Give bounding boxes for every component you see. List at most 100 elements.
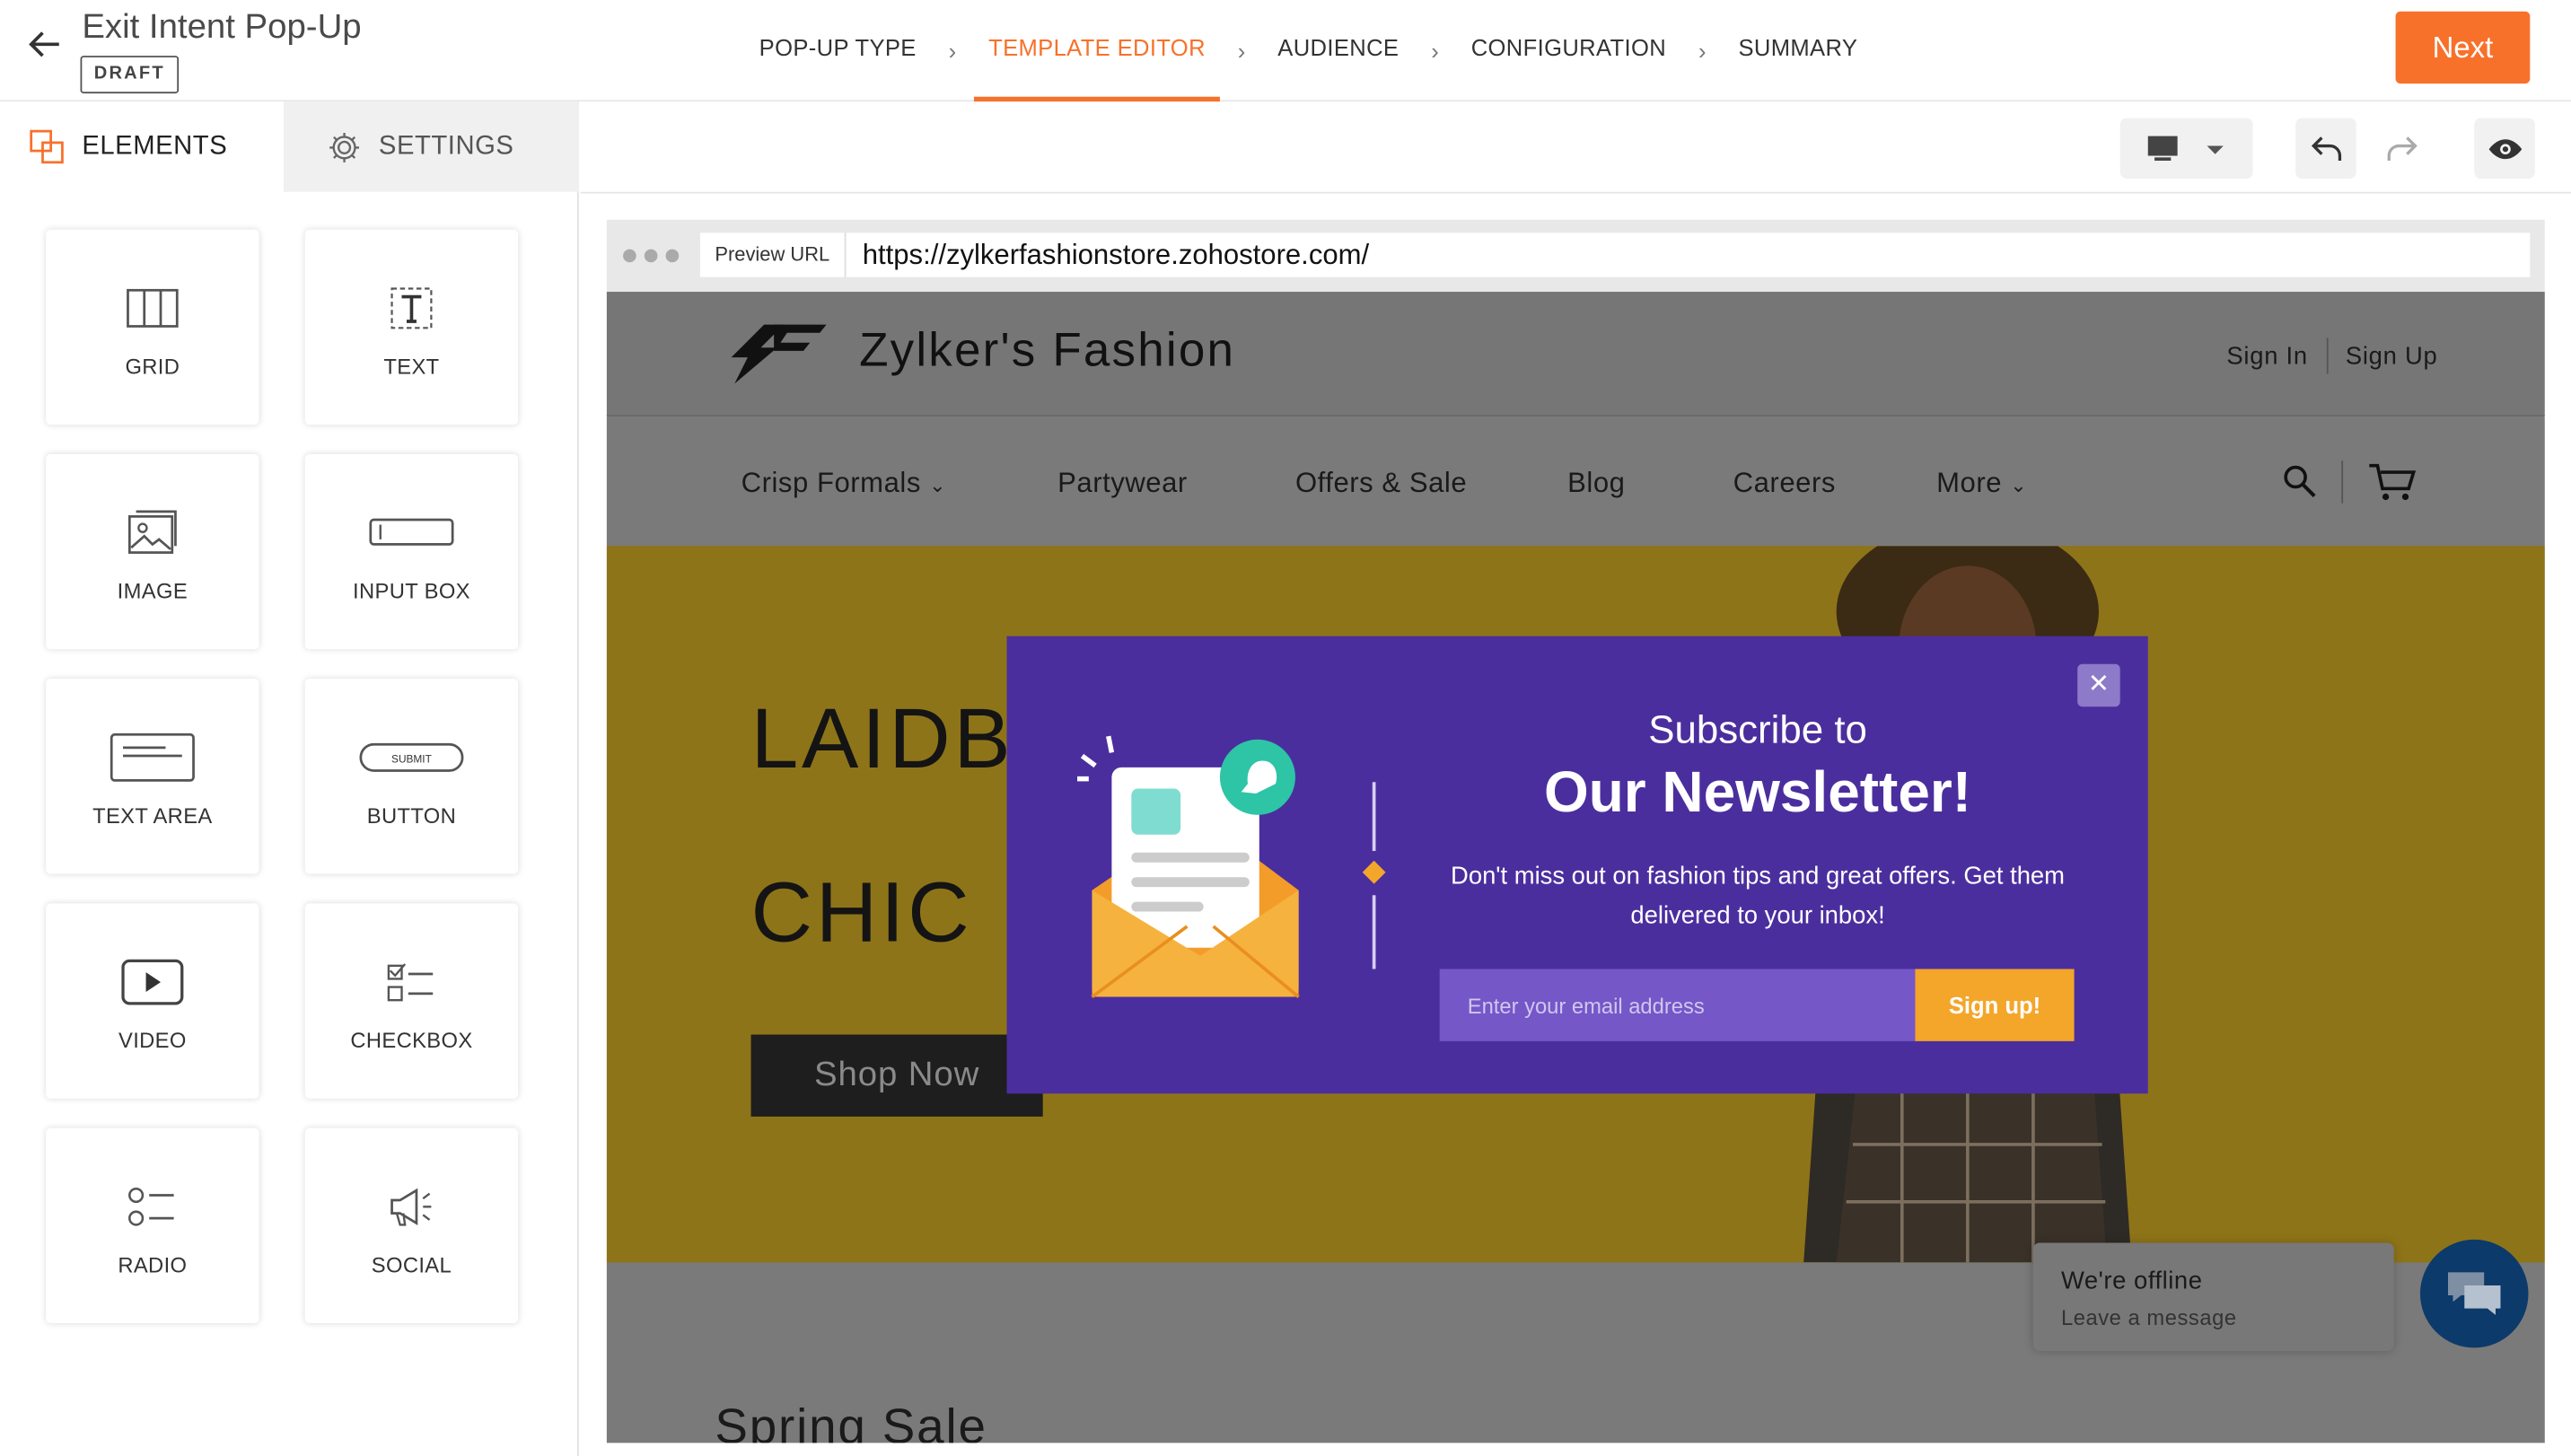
tab-elements-label: ELEMENTS <box>82 132 228 161</box>
button-icon-text: SUBMIT <box>391 752 432 765</box>
next-button[interactable]: Next <box>2395 11 2531 84</box>
element-video[interactable]: VIDEO <box>46 903 259 1099</box>
element-label: INPUT BOX <box>353 578 470 604</box>
site-nav: Crisp Formals ⌄ Partywear Offers & Sale … <box>606 417 2545 547</box>
status-badge: DRAFT <box>80 56 180 94</box>
brand-logo <box>715 324 827 384</box>
elements-panel: ELEMENTS SETTINGS GRID TEXT IMAGE INPUT … <box>0 101 579 1456</box>
device-select[interactable] <box>2119 118 2253 180</box>
step-template-editor[interactable]: TEMPLATE EDITOR <box>973 0 1222 102</box>
undo-icon <box>2310 136 2341 161</box>
element-checkbox[interactable]: CHECKBOX <box>304 903 519 1099</box>
close-icon[interactable]: ✕ <box>2077 663 2120 707</box>
chevron-right-icon: › <box>1431 38 1439 65</box>
divider <box>1372 895 1376 969</box>
chat-launcher[interactable] <box>2419 1239 2529 1348</box>
chevron-right-icon: › <box>1698 38 1707 65</box>
element-social[interactable]: SOCIAL <box>304 1127 519 1324</box>
element-input-box[interactable]: INPUT BOX <box>304 453 519 650</box>
step-configuration[interactable]: CONFIGURATION <box>1471 0 1666 101</box>
input-box-icon <box>369 500 454 566</box>
chat-bubble[interactable]: We're offline Leave a message <box>2032 1242 2394 1352</box>
gear-icon <box>326 128 362 164</box>
step-popup-type[interactable]: POP-UP TYPE <box>759 0 917 101</box>
element-button[interactable]: SUBMIT BUTTON <box>304 679 519 874</box>
wizard-steps: POP-UP TYPE › TEMPLATE EDITOR › AUDIENCE… <box>759 0 1858 102</box>
chat-subtitle: Leave a message <box>2060 1304 2237 1330</box>
nav-item[interactable]: Crisp Formals ⌄ <box>741 468 946 501</box>
divider-diamond <box>1362 860 1386 884</box>
button-icon: SUBMIT <box>359 724 464 790</box>
element-label: RADIO <box>118 1252 188 1277</box>
brand-name: Zylker's Fashion <box>859 324 1236 378</box>
sign-in-link[interactable]: Sign In <box>2226 342 2307 370</box>
megaphone-icon <box>387 1174 436 1240</box>
undo-button[interactable] <box>2295 118 2356 180</box>
video-icon <box>121 950 184 1015</box>
envelope-illustration <box>1077 735 1300 998</box>
preview-url-tag: Preview URL <box>699 232 847 277</box>
nav-item[interactable]: Offers & Sale <box>1295 468 1467 501</box>
popup-body: Don't miss out on fashion tips and great… <box>1451 862 2066 930</box>
nav-item[interactable]: More ⌄ <box>1936 468 2027 501</box>
elements-icon <box>30 128 66 164</box>
newsletter-popup: ✕ Subscribe to Our Newsletter! Don't mis… <box>1006 636 2148 1094</box>
element-label: VIDEO <box>118 1028 187 1053</box>
email-field[interactable] <box>1439 969 1916 1041</box>
element-label: GRID <box>125 354 180 379</box>
text-area-icon <box>110 724 195 790</box>
text-icon <box>387 276 436 341</box>
preview-url-input[interactable]: https://zylkerfashionstore.zohostore.com… <box>846 232 2531 277</box>
step-audience[interactable]: AUDIENCE <box>1277 0 1399 101</box>
nav-item[interactable]: Blog <box>1567 468 1625 501</box>
redo-button[interactable] <box>2371 118 2432 180</box>
element-label: CHECKBOX <box>350 1028 473 1053</box>
page-title: Exit Intent Pop-Up <box>82 8 362 47</box>
window-dots <box>623 249 680 263</box>
chat-icon <box>2448 1272 2501 1315</box>
popup-subtitle: Subscribe to <box>1648 708 1867 753</box>
chevron-right-icon: › <box>1237 38 1246 65</box>
redo-icon <box>2386 136 2417 161</box>
search-icon[interactable] <box>2283 464 2319 500</box>
element-radio[interactable]: RADIO <box>46 1127 259 1324</box>
cart-icon[interactable] <box>2368 460 2417 503</box>
element-text[interactable]: TEXT <box>304 229 519 425</box>
nav-item[interactable]: Partywear <box>1057 468 1188 501</box>
desktop-icon <box>2146 135 2223 161</box>
element-label: IMAGE <box>117 578 189 604</box>
back-arrow-icon[interactable] <box>23 23 66 66</box>
chevron-right-icon: › <box>948 38 957 65</box>
tab-elements[interactable]: ELEMENTS <box>0 101 284 192</box>
preview-button[interactable] <box>2474 118 2535 180</box>
app-root: Exit Intent Pop-Up DRAFT POP-UP TYPE › T… <box>0 0 2571 1456</box>
hero-heading-2: CHIC <box>750 865 973 961</box>
element-text-area[interactable]: TEXT AREA <box>46 679 259 874</box>
site-header: Zylker's Fashion Sign In Sign Up <box>606 292 2545 417</box>
nav-item[interactable]: Careers <box>1733 468 1836 501</box>
shop-now-button[interactable]: Shop Now <box>750 1034 1043 1117</box>
editor-toolbar <box>580 101 2571 194</box>
popup-title: Our Newsletter! <box>1544 760 1972 825</box>
grid-icon <box>127 276 179 341</box>
top-bar: Exit Intent Pop-Up DRAFT POP-UP TYPE › T… <box>0 0 2571 102</box>
sign-up-link[interactable]: Sign Up <box>2346 342 2438 370</box>
tab-settings-label: SETTINGS <box>378 132 514 161</box>
element-label: BUTTON <box>366 803 457 829</box>
element-image[interactable]: IMAGE <box>46 453 259 650</box>
checkbox-icon <box>387 950 436 1015</box>
step-summary[interactable]: SUMMARY <box>1738 0 1857 101</box>
chat-title: We're offline <box>2060 1267 2203 1295</box>
element-grid[interactable]: GRID <box>46 229 259 425</box>
image-icon <box>127 500 179 566</box>
tab-settings[interactable]: SETTINGS <box>283 101 579 192</box>
element-label: SOCIAL <box>371 1252 452 1277</box>
element-label: TEXT <box>383 354 440 379</box>
panel-tabs: ELEMENTS SETTINGS <box>0 101 579 192</box>
divider <box>1372 782 1376 851</box>
radio-icon <box>127 1174 177 1240</box>
sign-up-button[interactable]: Sign up! <box>1915 969 2075 1041</box>
browser-url-bar: Preview URL https://zylkerfashionstore.z… <box>606 219 2545 293</box>
auth-links: Sign In Sign Up <box>2226 338 2438 374</box>
hero-heading-1: LAIDB <box>750 691 1014 787</box>
